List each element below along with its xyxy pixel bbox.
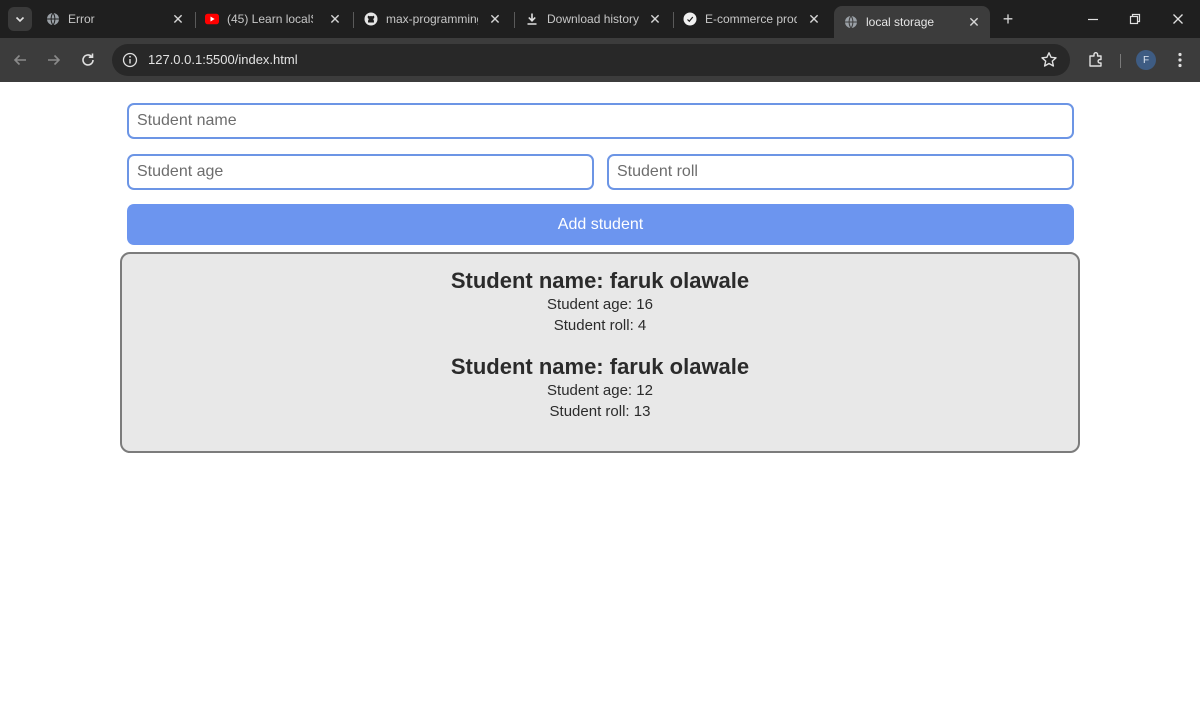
browser-menu-button[interactable] <box>1170 50 1190 70</box>
close-tab-icon[interactable]: ✕ <box>806 11 822 27</box>
bookmark-star-icon[interactable] <box>1040 51 1058 69</box>
tab-title: Error <box>68 12 95 26</box>
close-tab-icon[interactable]: ✕ <box>170 11 186 27</box>
close-window-button[interactable] <box>1166 8 1190 30</box>
student-roll-input[interactable] <box>607 154 1074 190</box>
youtube-icon <box>205 12 219 26</box>
tab-title: max-programming <box>386 12 478 26</box>
student-card: Student name: faruk olawale Student age:… <box>122 354 1078 422</box>
tab-download-history[interactable]: Download history ✕ <box>525 6 663 32</box>
minimize-button[interactable] <box>1081 8 1105 30</box>
tab-separator <box>514 12 515 28</box>
tab-error[interactable]: Error ✕ <box>46 6 186 32</box>
close-tab-icon[interactable]: ✕ <box>647 11 663 27</box>
page-viewport: Add student Student name: faruk olawale … <box>0 82 1200 705</box>
add-student-button[interactable]: Add student <box>127 204 1074 245</box>
tab-separator <box>353 12 354 28</box>
tab-title: E-commerce prod <box>705 12 797 26</box>
close-tab-icon[interactable]: ✕ <box>966 14 982 30</box>
arrow-left-icon <box>13 54 26 66</box>
student-age: Student age: 16 <box>547 296 653 313</box>
chevron-down-icon <box>15 16 25 23</box>
student-name: Student name: faruk olawale <box>450 268 750 293</box>
student-list: Student name: faruk olawale Student age:… <box>120 252 1080 453</box>
tab-learn-localstorage[interactable]: (45) Learn localSto ✕ <box>205 6 343 32</box>
profile-avatar[interactable]: F <box>1136 50 1156 70</box>
student-name: Student name: faruk olawale <box>450 354 750 379</box>
tab-local-storage[interactable]: local storage ✕ <box>834 6 990 38</box>
github-icon <box>364 12 378 26</box>
globe-icon <box>844 15 858 29</box>
tab-title: Download history <box>547 12 640 26</box>
close-tab-icon[interactable]: ✕ <box>487 11 503 27</box>
globe-icon <box>46 12 60 26</box>
tab-search-button[interactable] <box>8 7 32 31</box>
url-text[interactable]: 127.0.0.1:5500/index.html <box>148 52 298 67</box>
extensions-icon[interactable] <box>1086 50 1106 70</box>
reload-icon <box>82 53 94 66</box>
tab-separator <box>673 12 674 28</box>
new-tab-button[interactable]: + <box>998 9 1018 29</box>
site-icon <box>683 12 697 26</box>
toolbar-separator <box>1120 54 1121 68</box>
close-tab-icon[interactable]: ✕ <box>327 11 343 27</box>
browser-tab-strip: Error ✕ (45) Learn localSto ✕ max-progra… <box>0 0 1200 38</box>
browser-toolbar: 127.0.0.1:5500/index.html F <box>0 38 1200 82</box>
tab-title: local storage <box>866 15 935 29</box>
student-name-input[interactable] <box>127 103 1074 139</box>
student-roll: Student roll: 4 <box>553 317 647 334</box>
address-bar[interactable]: 127.0.0.1:5500/index.html <box>112 44 1070 76</box>
back-button[interactable] <box>10 50 30 70</box>
minimize-icon <box>1088 18 1098 21</box>
tab-separator <box>195 12 196 28</box>
close-icon <box>1173 14 1183 24</box>
reload-button[interactable] <box>78 50 98 70</box>
more-vertical-icon <box>1178 52 1182 68</box>
download-icon <box>525 12 539 26</box>
student-age: Student age: 12 <box>547 382 653 399</box>
student-age-input[interactable] <box>127 154 594 190</box>
restore-button[interactable] <box>1123 8 1147 30</box>
forward-button[interactable] <box>44 50 64 70</box>
site-info-icon[interactable] <box>122 52 138 68</box>
tab-max-programming[interactable]: max-programming ✕ <box>364 6 503 32</box>
tab-ecommerce[interactable]: E-commerce prod ✕ <box>683 6 822 32</box>
student-roll: Student roll: 13 <box>549 403 651 420</box>
student-card: Student name: faruk olawale Student age:… <box>122 268 1078 336</box>
tab-title: (45) Learn localSto <box>227 12 313 26</box>
restore-icon <box>1129 13 1141 25</box>
arrow-right-icon <box>48 54 61 66</box>
